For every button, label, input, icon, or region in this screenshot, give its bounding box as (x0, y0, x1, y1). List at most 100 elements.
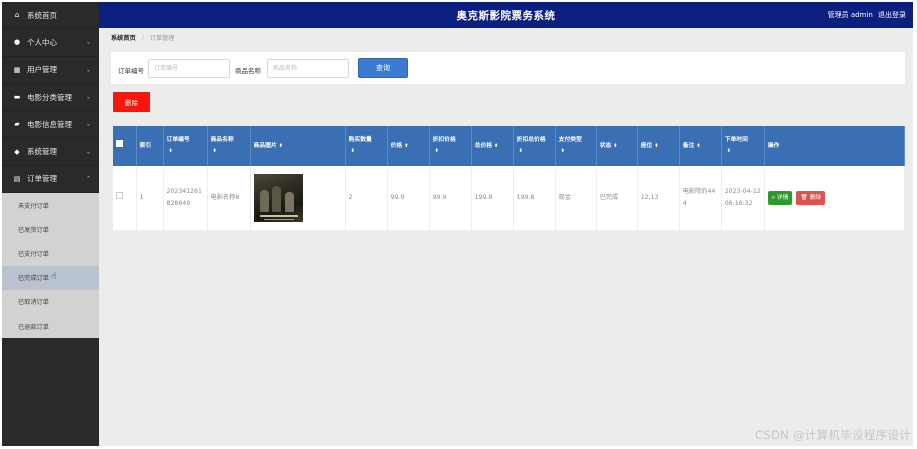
column-header[interactable]: 座位 ⬍ (637, 126, 680, 166)
comment-icon: ▬ (13, 93, 21, 102)
query-button[interactable]: 查询 (358, 58, 408, 78)
cell-seat: 12,13 (637, 166, 680, 230)
delete-button[interactable]: 删除 (113, 92, 150, 112)
cell-actions: ⌕ 详情 🗑 删除 (764, 166, 906, 230)
detail-button[interactable]: ⌕ 详情 (767, 191, 793, 205)
breadcrumb-current: 订单管理 (149, 35, 175, 42)
column-header: 商品名称 ⬍ (207, 126, 251, 166)
chevron-down-icon: ⌄ (85, 120, 91, 128)
submenu-item-shipped[interactable]: 已发货订单 (2, 217, 99, 241)
thumbs-up-icon: ◆ (14, 147, 20, 156)
sort-icon: ⬍ (560, 148, 565, 154)
user-label: 管理员 admin (827, 11, 873, 19)
trash-icon: 🗑 (800, 194, 808, 201)
orders-table: 索引 订单编号 ⬍ 商品名称 ⬍ 商品图片 ⬍ 购买数量 ⬍ 价格 ⬍ 折扣价格 ⬍ 总价格… (113, 126, 906, 230)
cell-discount-total: 199.8 (513, 166, 556, 230)
select-all-header (113, 126, 137, 166)
cell-remark: 电影院的444 (679, 166, 722, 230)
row-delete-button[interactable]: 🗑 删除 (796, 191, 826, 205)
cell-status: 已完成 (596, 166, 638, 230)
sidebar-item-label: 用户管理 (27, 65, 57, 75)
cell-product-name: 电影名称8 (207, 166, 251, 230)
product-name-input[interactable] (267, 59, 349, 78)
clipboard-icon: ▤ (13, 174, 21, 183)
cell-quantity: 2 (345, 166, 388, 230)
search-icon: ⌕ (771, 194, 775, 201)
sidebar: ⌂ 系统首页 ● 个人中心 ⌄ ▦ 用户管理 ⌄ ▬ 电影分类管理 ⌄ ▰ 电影… (2, 2, 99, 446)
sidebar-item-label: 个人中心 (27, 37, 57, 47)
chevron-down-icon: ⌄ (85, 66, 91, 74)
cell-total: 199.8 (471, 166, 514, 230)
submenu-item-paid[interactable]: 已支付订单 (2, 241, 99, 265)
orders-submenu: 未支付订单 已发货订单 已支付订单 已完成订单 ☝ 已取消订单 已退款订单 (2, 193, 99, 339)
row-checkbox[interactable] (116, 192, 123, 200)
sort-icon: ⬍ (654, 142, 659, 149)
select-all-checkbox[interactable] (116, 140, 123, 147)
sidebar-item-users[interactable]: ▦ 用户管理 ⌄ (2, 57, 99, 84)
sidebar-item-profile[interactable]: ● 个人中心 ⌄ (2, 29, 99, 57)
movie-poster-image (253, 174, 303, 222)
column-header[interactable]: 商品图片 ⬍ (250, 126, 346, 166)
home-icon: ⌂ (14, 11, 20, 20)
submenu-item-cancelled[interactable]: 已取消订单 (2, 290, 99, 314)
column-header[interactable]: 总价格 ⬍ (471, 126, 514, 166)
column-header[interactable]: 下单时间 ⬍ (721, 126, 765, 166)
column-header[interactable]: 折扣总价格⬍ (513, 126, 556, 166)
sidebar-item-movie-info[interactable]: ▰ 电影信息管理 ⌄ (2, 111, 99, 139)
search-panel: 订单编号 商品名称 查询 (111, 52, 905, 84)
sidebar-item-system[interactable]: ◆ 系统管理 ⌄ (2, 138, 99, 166)
column-header[interactable]: 购买数量 ⬍ (345, 126, 388, 166)
sort-icon: ⬍ (350, 148, 355, 154)
cell-product-image (250, 166, 346, 230)
row-select-cell (113, 166, 137, 230)
grid-icon: ▦ (13, 65, 21, 74)
column-header[interactable]: 状态 ⬍ (596, 126, 638, 166)
logout-link[interactable]: 退出登录 (878, 11, 906, 19)
sidebar-item-label: 电影分类管理 (27, 92, 72, 102)
sidebar-item-label: 系统首页 (27, 10, 57, 20)
sort-icon: ⬍ (168, 148, 173, 154)
submenu-item-refunded[interactable]: 已退款订单 (2, 314, 99, 338)
sidebar-item-label: 系统管理 (27, 147, 57, 157)
sidebar-item-movie-categories[interactable]: ▬ 电影分类管理 ⌄ (2, 84, 99, 112)
sort-icon: ⬍ (404, 142, 409, 149)
column-header: 操作 (764, 126, 906, 166)
column-header[interactable]: 支付类型 ⬍ (555, 126, 597, 166)
hand-cursor-icon: ☝ (50, 272, 57, 283)
breadcrumb-separator: / (141, 35, 144, 42)
breadcrumb-home[interactable]: 系统首页 (111, 35, 136, 42)
submenu-item-unpaid[interactable]: 未支付订单 (2, 193, 99, 217)
cell-index: 1 (136, 166, 164, 230)
order-no-input[interactable] (148, 59, 230, 78)
column-header: 索引 (136, 126, 164, 166)
column-header[interactable]: 订单编号 ⬍ (163, 126, 208, 166)
column-header[interactable]: 备注 ⬍ (679, 126, 722, 166)
sort-icon: ⬍ (518, 148, 523, 154)
table-row: 1 202341261828849 电影名称8 2 99.9 99.9 199.… (113, 166, 906, 230)
sort-icon: ⬍ (613, 142, 618, 149)
cell-order-time: 2023-04-12 06:16:32 (721, 166, 765, 230)
sidebar-item-label: 电影信息管理 (27, 119, 72, 129)
submenu-item-label: 已完成订单 (18, 275, 49, 283)
sort-icon: ⬍ (726, 148, 731, 154)
sort-icon: ⬍ (494, 142, 499, 149)
sort-icon: ⬍ (434, 148, 439, 154)
product-name-label: 商品名称 (235, 67, 261, 75)
column-header[interactable]: 价格 ⬍ (387, 126, 430, 166)
sort-icon: ⬍ (278, 142, 283, 149)
cell-pay-type: 现金 (555, 166, 597, 230)
chevron-up-icon: ⌃ (85, 175, 91, 183)
chevron-down-icon: ⌄ (85, 38, 91, 46)
cell-discount-price: 99.9 (429, 166, 472, 230)
column-header[interactable]: 折扣价格 ⬍ (429, 126, 472, 166)
sidebar-item-home[interactable]: ⌂ 系统首页 (2, 2, 99, 30)
cell-order-no: 202341261828849 (163, 166, 208, 230)
submenu-item-completed[interactable]: 已完成订单 ☝ (2, 265, 99, 290)
cell-price: 99.9 (387, 166, 430, 230)
sort-icon: ⬍ (696, 142, 701, 149)
chevron-down-icon: ⌄ (85, 148, 91, 156)
sidebar-item-orders[interactable]: ▤ 订单管理 ⌃ (2, 166, 99, 194)
chevron-down-icon: ⌄ (85, 93, 91, 101)
user-icon: ● (13, 38, 21, 47)
watermark: CSDN @计算机毕设程序设计 (755, 428, 911, 442)
